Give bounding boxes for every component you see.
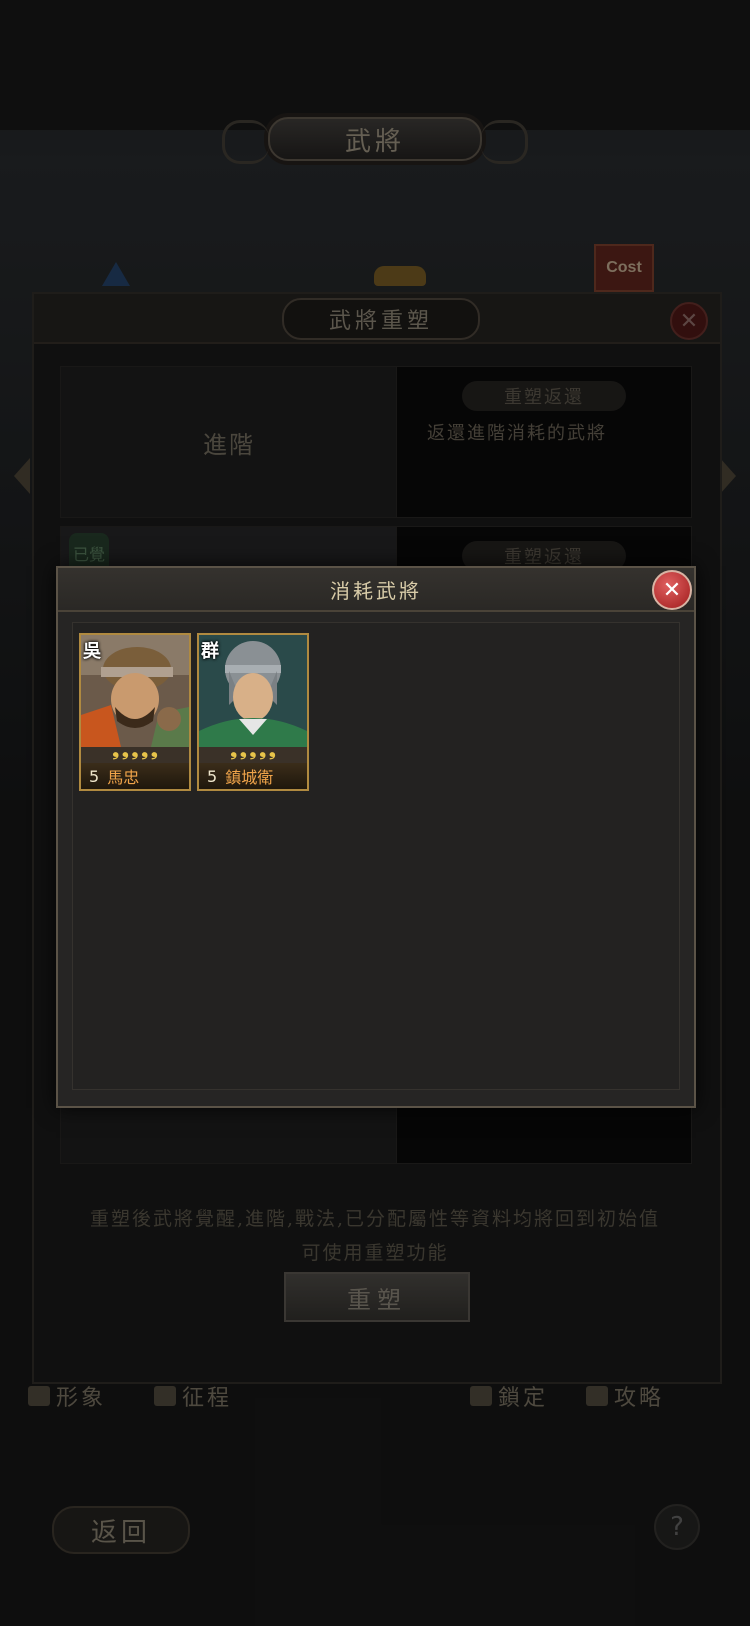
general-card-zhen-cheng-wei[interactable]: 群 ❟ ❟ ❟ ❟ ❟ 5 鎮城衛 bbox=[197, 633, 309, 791]
modal-body: 吳 ❟ ❟ ❟ ❟ ❟ 5 馬忠 群 ❟ ❟ ❟ ❟ ❟ 5 鎮城衛 bbox=[72, 622, 680, 1090]
consume-generals-modal: 消耗武將 ✕ 吳 ❟ ❟ ❟ ❟ ❟ 5 馬忠 群 ❟ ❟ ❟ ❟ ❟ 5 鎮城… bbox=[56, 566, 696, 1108]
star-icon: ❟ bbox=[141, 741, 148, 761]
star-rating: ❟ ❟ ❟ ❟ ❟ bbox=[199, 741, 307, 761]
star-icon: ❟ bbox=[230, 741, 237, 761]
general-card-ma-zhong[interactable]: 吳 ❟ ❟ ❟ ❟ ❟ 5 馬忠 bbox=[79, 633, 191, 791]
modal-header: 消耗武將 ✕ bbox=[58, 568, 694, 612]
star-icon: ❟ bbox=[151, 741, 158, 761]
star-icon: ❟ bbox=[269, 741, 276, 761]
card-footer: 5 鎮城衛 bbox=[199, 763, 307, 789]
star-icon: ❟ bbox=[259, 741, 266, 761]
card-footer: 5 馬忠 bbox=[81, 763, 189, 789]
star-icon: ❟ bbox=[112, 741, 119, 761]
modal-title: 消耗武將 bbox=[330, 578, 422, 603]
general-name: 馬忠 bbox=[107, 768, 140, 787]
faction-label: 吳 bbox=[83, 641, 101, 662]
star-icon: ❟ bbox=[249, 741, 257, 761]
general-level: 5 bbox=[207, 766, 218, 786]
star-rating: ❟ ❟ ❟ ❟ ❟ bbox=[81, 741, 189, 761]
faction-label: 群 bbox=[201, 641, 219, 662]
star-icon: ❟ bbox=[121, 741, 129, 761]
general-level: 5 bbox=[89, 766, 100, 786]
star-icon: ❟ bbox=[131, 741, 139, 761]
star-icon: ❟ bbox=[239, 741, 247, 761]
modal-close-icon[interactable]: ✕ bbox=[652, 570, 692, 610]
general-name: 鎮城衛 bbox=[225, 768, 274, 787]
